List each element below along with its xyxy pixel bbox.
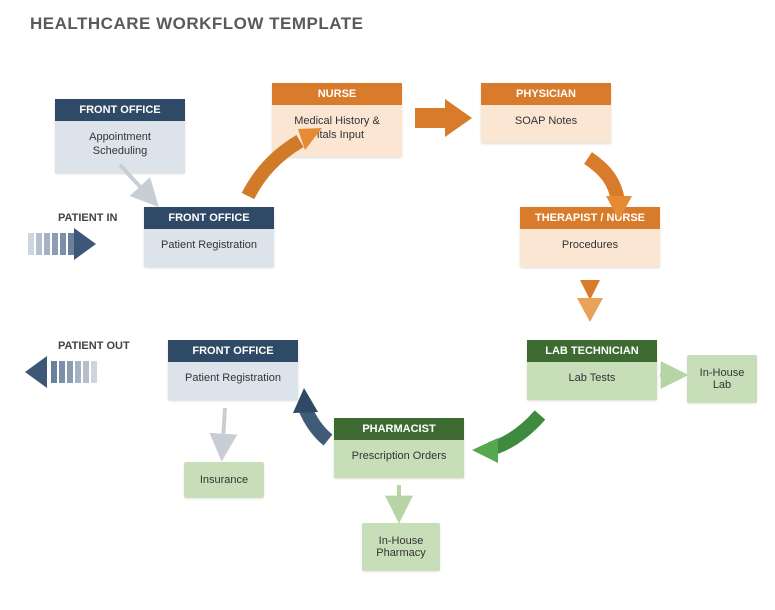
node-pharmacist: PHARMACIST Prescription Orders	[334, 418, 464, 478]
node-front-office-registration-out: FRONT OFFICE Patient Registration	[168, 340, 298, 400]
patient-out-label: PATIENT OUT	[58, 340, 130, 352]
subnode-inhouse-pharmacy: In-House Pharmacy	[362, 523, 440, 571]
page-title: HEALTHCARE WORKFLOW TEMPLATE	[30, 14, 364, 34]
node-lab-technician: LAB TECHNICIAN Lab Tests	[527, 340, 657, 400]
node-body: Appointment Scheduling	[55, 121, 185, 173]
node-body: Prescription Orders	[334, 440, 464, 478]
node-body: SOAP Notes	[481, 105, 611, 143]
node-physician: PHYSICIAN SOAP Notes	[481, 83, 611, 143]
patient-in-label: PATIENT IN	[58, 212, 117, 224]
node-head: NURSE	[272, 83, 402, 105]
node-head: LAB TECHNICIAN	[527, 340, 657, 362]
node-head: FRONT OFFICE	[144, 207, 274, 229]
patient-out-arrow	[25, 356, 93, 388]
patient-in-arrow	[28, 228, 96, 260]
subnode-inhouse-lab: In-House Lab	[687, 355, 757, 403]
node-head: FRONT OFFICE	[55, 99, 185, 121]
node-body: Patient Registration	[168, 362, 298, 400]
node-body: Medical History & Vitals Input	[272, 105, 402, 157]
subnode-insurance: Insurance	[184, 462, 264, 498]
node-head: FRONT OFFICE	[168, 340, 298, 362]
node-body: Patient Registration	[144, 229, 274, 267]
node-front-office-appointment: FRONT OFFICE Appointment Scheduling	[55, 99, 185, 173]
node-head: THERAPIST / NURSE	[520, 207, 660, 229]
node-head: PHYSICIAN	[481, 83, 611, 105]
node-nurse: NURSE Medical History & Vitals Input	[272, 83, 402, 157]
node-body: Lab Tests	[527, 362, 657, 400]
node-front-office-registration-in: FRONT OFFICE Patient Registration	[144, 207, 274, 267]
node-head: PHARMACIST	[334, 418, 464, 440]
node-body: Procedures	[520, 229, 660, 267]
node-therapist: THERAPIST / NURSE Procedures	[520, 207, 660, 267]
